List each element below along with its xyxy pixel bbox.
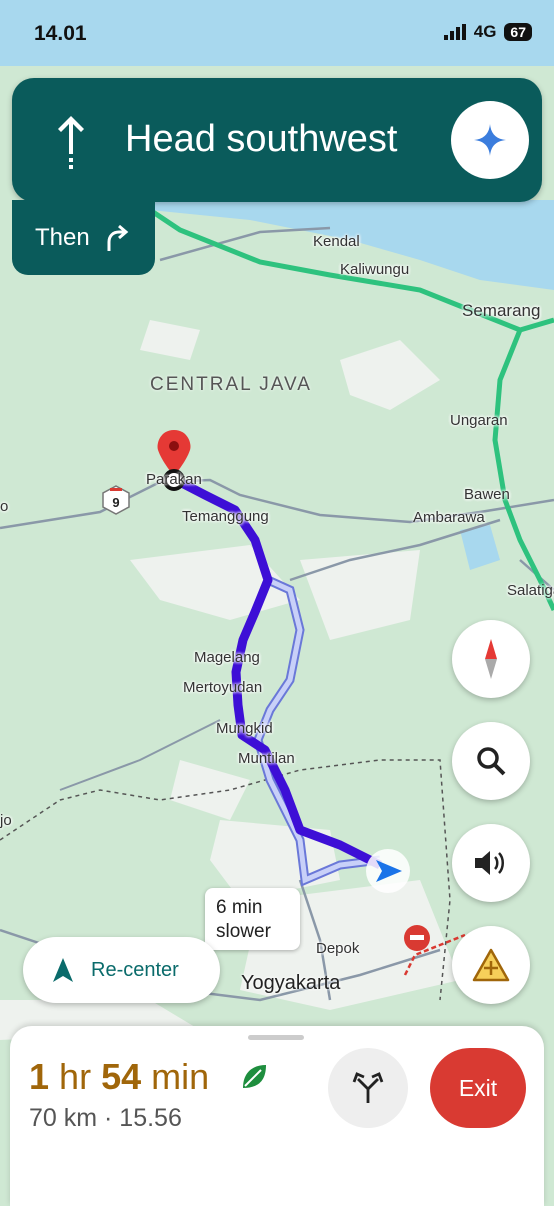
sparkle-icon [474, 124, 506, 156]
search-button[interactable] [452, 722, 530, 800]
sound-button[interactable] [452, 824, 530, 902]
arrow-up-icon [58, 116, 84, 169]
exit-button[interactable]: Exit [430, 1048, 526, 1128]
road-shield: 9 [101, 485, 131, 515]
direction-banner[interactable]: Head southwest [12, 78, 542, 202]
search-icon [477, 747, 506, 776]
distance-arrival: 70 km · 15.56 [29, 1104, 182, 1132]
eta-minutes-unit: min [151, 1056, 210, 1097]
place-label: Temanggung [182, 508, 269, 525]
status-bar: 14.01 4G 67 [0, 0, 554, 66]
signal-icon [443, 24, 466, 40]
road-shield-number: 9 [112, 495, 119, 510]
region-label: CENTRAL JAVA [150, 374, 312, 395]
volume-icon [475, 851, 504, 875]
status-indicators: 4G 67 [443, 22, 532, 42]
compass-button[interactable] [452, 620, 530, 698]
place-label-partial: o [0, 498, 9, 515]
then-label: Then [35, 224, 90, 251]
place-label: Kaliwungu [340, 261, 410, 278]
compass-icon [485, 639, 497, 679]
report-incident-button[interactable] [452, 926, 530, 1004]
eco-leaf-icon [243, 1065, 266, 1088]
warning-add-icon [472, 948, 510, 982]
place-label-partial: jo [0, 812, 12, 829]
alt-route-callout[interactable]: 6 min slower [205, 888, 300, 950]
place-label: Semarang [462, 301, 541, 320]
turn-right-icon [107, 224, 129, 251]
direction-instruction: Head southwest [125, 118, 398, 160]
place-label: Mungkid [216, 720, 273, 737]
status-time: 14.01 [34, 22, 87, 45]
place-label: Mertoyudan [183, 679, 263, 696]
place-label: Muntilan [238, 750, 295, 767]
recenter-label: Re-center [91, 959, 179, 981]
place-label: Magelang [194, 649, 260, 666]
route-fork-icon [352, 1072, 384, 1103]
network-type: 4G [473, 22, 497, 41]
eta-hours: 1 [29, 1056, 50, 1097]
eta-hours-unit: hr [59, 1056, 92, 1097]
alternate-routes-button[interactable] [328, 1048, 408, 1128]
place-label: Kendal [313, 233, 360, 250]
next-turn-panel: Then [12, 200, 155, 275]
recenter-button[interactable]: Re-center [23, 937, 220, 1003]
gemini-button[interactable] [451, 101, 529, 179]
eta-minutes: 54 [101, 1056, 142, 1097]
battery-indicator: 67 [504, 23, 532, 41]
eta-duration: 1 hr 54 min [29, 1056, 209, 1098]
place-label: Ungaran [450, 412, 508, 429]
place-label: Depok [316, 940, 360, 957]
place-label: Parakan [146, 471, 202, 488]
place-label: Salatiga [507, 582, 554, 599]
navigation-arrow-icon [53, 958, 73, 982]
place-label: Ambarawa [413, 509, 485, 526]
city-label: Yogyakarta [241, 972, 341, 994]
place-label: Bawen [464, 486, 510, 503]
sheet-handle[interactable] [248, 1035, 304, 1040]
trip-summary-sheet[interactable]: 1 hr 54 min 70 km · 15.56 Exit [10, 1026, 544, 1206]
